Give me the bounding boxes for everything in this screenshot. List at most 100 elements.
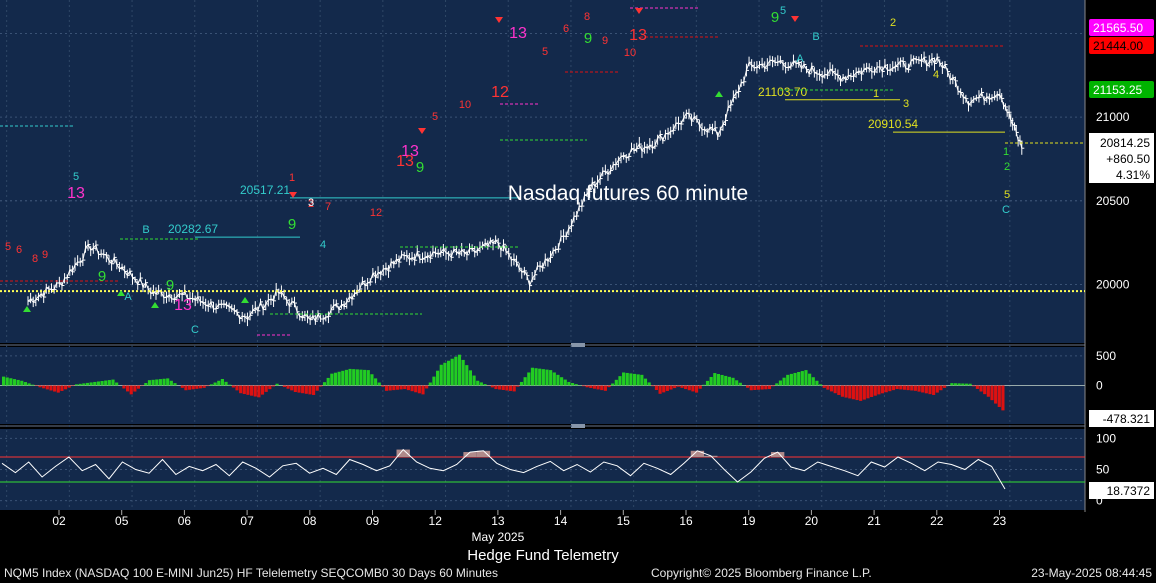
momentum-bar: [673, 385, 677, 389]
sequential-count-label: 12: [491, 84, 509, 101]
momentum-bar: [206, 385, 210, 387]
x-tick-label: 07: [240, 514, 254, 528]
momentum-bar: [476, 380, 480, 386]
momentum-bar: [359, 369, 363, 386]
sequential-count-label: 10: [624, 47, 636, 59]
momentum-bar: [647, 382, 651, 386]
momentum-bar: [556, 374, 560, 386]
momentum-bar: [341, 370, 345, 386]
momentum-bar: [457, 354, 462, 386]
momentum-bar: [516, 385, 520, 387]
sequential-count-label: 9: [584, 30, 592, 47]
momentum-bar: [12, 379, 17, 386]
sequential-count-label: 13: [396, 153, 414, 170]
momentum-bar: [953, 383, 958, 386]
momentum-bar: [304, 385, 308, 394]
momentum-bar: [913, 385, 917, 391]
momentum-bar: [574, 384, 578, 386]
momentum-bar: [756, 385, 761, 390]
momentum-bar: [603, 385, 607, 391]
momentum-bar: [669, 385, 673, 390]
momentum-bar: [705, 380, 710, 386]
momentum-bar: [483, 384, 487, 386]
momentum-bar: [545, 369, 549, 386]
momentum-bar: [82, 383, 86, 386]
momentum-bar: [454, 356, 458, 386]
momentum-bar: [446, 360, 451, 386]
momentum-bar: [534, 368, 538, 386]
sequential-count-label: 5: [1004, 189, 1010, 201]
momentum-bar: [855, 385, 859, 401]
momentum-bar: [746, 385, 750, 388]
momentum-bar: [753, 385, 757, 391]
momentum-bar: [271, 385, 276, 387]
momentum-bar: [990, 385, 994, 401]
momentum-bar: [231, 385, 235, 388]
momentum-bar: [392, 385, 396, 391]
momentum-bar: [581, 385, 586, 387]
momentum-bar: [31, 384, 35, 386]
momentum-bar: [213, 382, 217, 386]
x-tick-label: 15: [617, 514, 631, 528]
momentum-bar: [687, 385, 691, 391]
momentum-bar: [198, 385, 203, 389]
x-tick-label: 05: [115, 514, 129, 528]
sequential-count-label: 9: [771, 9, 779, 26]
sequential-count-label: A: [796, 53, 804, 65]
momentum-bar: [731, 377, 735, 386]
oscillator-value-label: 18.7372: [1107, 484, 1151, 498]
momentum-bar: [370, 374, 374, 386]
momentum-bar: [151, 379, 155, 386]
momentum-bar: [877, 385, 881, 395]
sequential-count-label: 6: [563, 23, 569, 35]
sequential-count-label: 12: [370, 207, 382, 219]
momentum-bar: [67, 385, 71, 388]
momentum-bar: [680, 385, 684, 388]
momentum-bar: [38, 385, 42, 388]
momentum-bar: [381, 385, 385, 387]
momentum-bar: [902, 385, 907, 390]
momentum-bar: [2, 376, 6, 386]
reference-level-label: 20910.54: [868, 117, 918, 131]
momentum-bar: [246, 385, 250, 395]
momentum-bar: [9, 378, 13, 386]
momentum-bar: [432, 376, 436, 386]
sequential-count-label: A: [124, 291, 132, 303]
momentum-bar: [443, 362, 447, 386]
momentum-bar: [563, 379, 567, 386]
momentum-bar: [439, 364, 443, 386]
momentum-bar: [250, 385, 254, 396]
momentum-bar: [129, 385, 133, 395]
momentum-bar: [49, 385, 53, 391]
momentum-bar: [260, 385, 265, 395]
sequential-count-label: 3: [308, 197, 314, 209]
momentum-bar: [859, 385, 863, 401]
x-tick-label: 13: [491, 514, 505, 528]
momentum-bar: [395, 385, 400, 390]
price-ytick-label: 21000: [1096, 110, 1130, 124]
momentum-bar: [494, 385, 498, 390]
momentum-bar: [614, 379, 618, 386]
momentum-bar: [104, 380, 108, 386]
momentum-bar: [5, 377, 9, 386]
momentum-bar: [942, 385, 947, 388]
momentum-bar: [764, 385, 768, 390]
sequential-count-label: 4: [320, 239, 326, 251]
momentum-bar: [326, 377, 330, 386]
momentum-bar: [290, 385, 294, 391]
momentum-bar: [333, 372, 338, 386]
momentum-bar: [53, 385, 57, 392]
momentum-bar: [567, 381, 571, 386]
current-change-label: +860.50: [1106, 152, 1150, 166]
momentum-bar: [239, 385, 243, 394]
x-tick-label: 23: [993, 514, 1007, 528]
momentum-bar: [162, 378, 166, 386]
momentum-bar: [352, 369, 356, 386]
momentum-bar: [822, 385, 826, 388]
momentum-bar: [414, 385, 418, 393]
momentum-bar: [837, 385, 841, 395]
momentum-bar: [312, 385, 316, 395]
x-tick-label: 16: [679, 514, 693, 528]
momentum-bar: [964, 383, 969, 386]
momentum-bar: [508, 385, 513, 391]
